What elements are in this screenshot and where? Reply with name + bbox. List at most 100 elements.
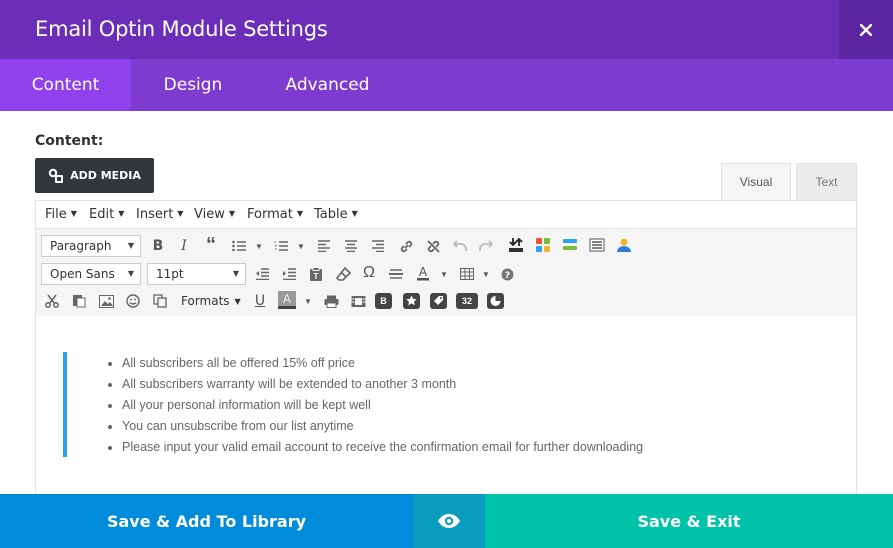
tab-design[interactable]: Design <box>131 59 255 111</box>
blockquote-border <box>63 352 67 457</box>
editor-toolbar: Paragraph ▼ B I “ ▼ ▼ Open Sans ▼ 11pt ▼… <box>36 228 856 316</box>
menu-insert-label: Insert <box>136 207 174 222</box>
pie-chart-icon[interactable] <box>485 291 505 311</box>
font-family-select[interactable]: Open Sans ▼ <box>41 263 141 285</box>
benefits-list: All subscribers all be offered 15% off p… <box>107 353 643 458</box>
menu-insert[interactable]: Insert ▼ <box>136 207 183 222</box>
editor-menubar: File ▼ Edit ▼ Insert ▼ View ▼ Format ▼ Table ▼ <box>36 201 856 228</box>
unlink-icon[interactable] <box>423 236 443 256</box>
button-shortcode-badge[interactable]: B <box>375 293 392 309</box>
menu-format-label: Format <box>247 207 293 222</box>
chevron-down-icon: ▼ <box>127 241 134 250</box>
svg-text:A: A <box>419 265 428 279</box>
save-exit-button[interactable]: Save & Exit <box>485 494 893 548</box>
save-add-to-library-button[interactable]: Save & Add To Library <box>0 494 413 548</box>
star-icon[interactable] <box>401 291 421 311</box>
numbered-list-icon[interactable] <box>271 236 291 256</box>
block-format-select[interactable]: Paragraph ▼ <box>41 235 141 257</box>
menu-view-label: View <box>194 207 225 222</box>
font-family-value: Open Sans <box>50 267 115 281</box>
layout-grid-icon[interactable] <box>533 235 553 255</box>
chevron-down-icon[interactable]: ▼ <box>476 264 496 284</box>
rich-text-editor: File ▼ Edit ▼ Insert ▼ View ▼ Format ▼ Table ▼… <box>35 200 857 500</box>
italic-icon[interactable]: I <box>174 236 194 256</box>
special-character-icon[interactable]: Ω <box>359 263 379 283</box>
chevron-down-icon: ▼ <box>296 209 303 218</box>
user-icon[interactable] <box>614 235 634 255</box>
link-icon[interactable] <box>396 236 416 256</box>
visual-mode-tab[interactable]: Visual <box>721 163 791 201</box>
media-embed-icon[interactable] <box>348 291 368 311</box>
chevron-down-icon: ▼ <box>351 209 358 218</box>
list-item: All subscribers all be offered 15% off p… <box>107 353 643 374</box>
list-item: All your personal information will be ke… <box>107 395 643 416</box>
modal-footer: Save & Add To Library Save & Exit <box>0 494 893 548</box>
block-format-value: Paragraph <box>50 239 112 253</box>
outdent-icon[interactable] <box>252 264 272 284</box>
copy-icon[interactable] <box>150 291 170 311</box>
svg-text:?: ? <box>504 271 509 281</box>
preview-button[interactable] <box>413 494 485 548</box>
chevron-down-icon[interactable]: ▼ <box>249 236 269 256</box>
underline-icon[interactable]: U <box>250 291 270 311</box>
chevron-down-icon[interactable]: ▼ <box>298 291 318 311</box>
print-icon[interactable] <box>321 291 341 311</box>
chevron-down-icon[interactable]: ▼ <box>291 236 311 256</box>
menu-format[interactable]: Format ▼ <box>247 207 303 222</box>
menu-table[interactable]: Table ▼ <box>314 207 358 222</box>
text-color-icon[interactable]: A <box>413 263 433 283</box>
editor-content[interactable]: All subscribers all be offered 15% off p… <box>36 316 856 499</box>
menu-edit-label: Edit <box>89 207 115 222</box>
import-export-icon[interactable] <box>506 235 526 255</box>
list-item: All subscribers warranty will be extende… <box>107 374 643 395</box>
chevron-down-icon: ▼ <box>70 209 77 218</box>
tag-icon[interactable] <box>428 291 448 311</box>
stacked-bars-icon[interactable] <box>560 235 580 255</box>
formats-dropdown[interactable]: Formats ▼ <box>181 294 241 308</box>
bullet-list-icon[interactable] <box>229 236 249 256</box>
tab-content[interactable]: Content <box>0 59 131 111</box>
modal-header: Email Optin Module Settings <box>0 0 893 59</box>
highlight-color-icon[interactable]: A <box>277 290 297 310</box>
bold-icon[interactable]: B <box>148 236 168 256</box>
chevron-down-icon: ▼ <box>228 209 236 218</box>
image-icon[interactable] <box>96 291 116 311</box>
horizontal-line-icon[interactable] <box>386 264 406 284</box>
emoticon-icon[interactable] <box>123 291 143 311</box>
tab-advanced[interactable]: Advanced <box>255 59 400 111</box>
svg-text:T: T <box>314 272 319 281</box>
menu-edit[interactable]: Edit ▼ <box>89 207 124 222</box>
close-button[interactable] <box>839 0 893 59</box>
undo-icon[interactable] <box>450 236 470 256</box>
chevron-down-icon: ▼ <box>118 209 125 218</box>
table-icon[interactable] <box>457 264 477 284</box>
help-icon[interactable]: ? <box>497 264 517 284</box>
menu-file[interactable]: File ▼ <box>45 207 77 222</box>
modal-title: Email Optin Module Settings <box>35 17 328 41</box>
paste-icon[interactable] <box>69 291 89 311</box>
paste-text-icon[interactable]: T <box>306 264 326 284</box>
counter-badge[interactable]: 32 <box>456 293 478 309</box>
divider-icon[interactable] <box>587 235 607 255</box>
content-field-label: Content: <box>35 133 104 149</box>
chevron-down-icon: ▼ <box>232 269 239 278</box>
cut-icon[interactable] <box>42 291 62 311</box>
chevron-down-icon[interactable]: ▼ <box>434 264 454 284</box>
menu-file-label: File <box>45 207 67 222</box>
text-mode-tab[interactable]: Text <box>796 163 857 201</box>
align-left-icon[interactable] <box>314 236 334 256</box>
align-center-icon[interactable] <box>341 236 361 256</box>
eye-icon <box>438 514 460 528</box>
clear-formatting-icon[interactable] <box>333 264 353 284</box>
blockquote-icon[interactable]: “ <box>201 234 221 256</box>
svg-text:A: A <box>283 292 292 306</box>
redo-icon[interactable] <box>476 236 496 256</box>
font-size-value: 11pt <box>156 267 184 281</box>
font-size-select[interactable]: 11pt ▼ <box>147 263 246 285</box>
formats-label: Formats <box>181 294 230 308</box>
close-icon <box>860 23 872 36</box>
align-right-icon[interactable] <box>368 236 388 256</box>
menu-view[interactable]: View ▼ <box>194 207 235 222</box>
indent-icon[interactable] <box>279 264 299 284</box>
add-media-button[interactable]: ADD MEDIA <box>35 158 154 193</box>
